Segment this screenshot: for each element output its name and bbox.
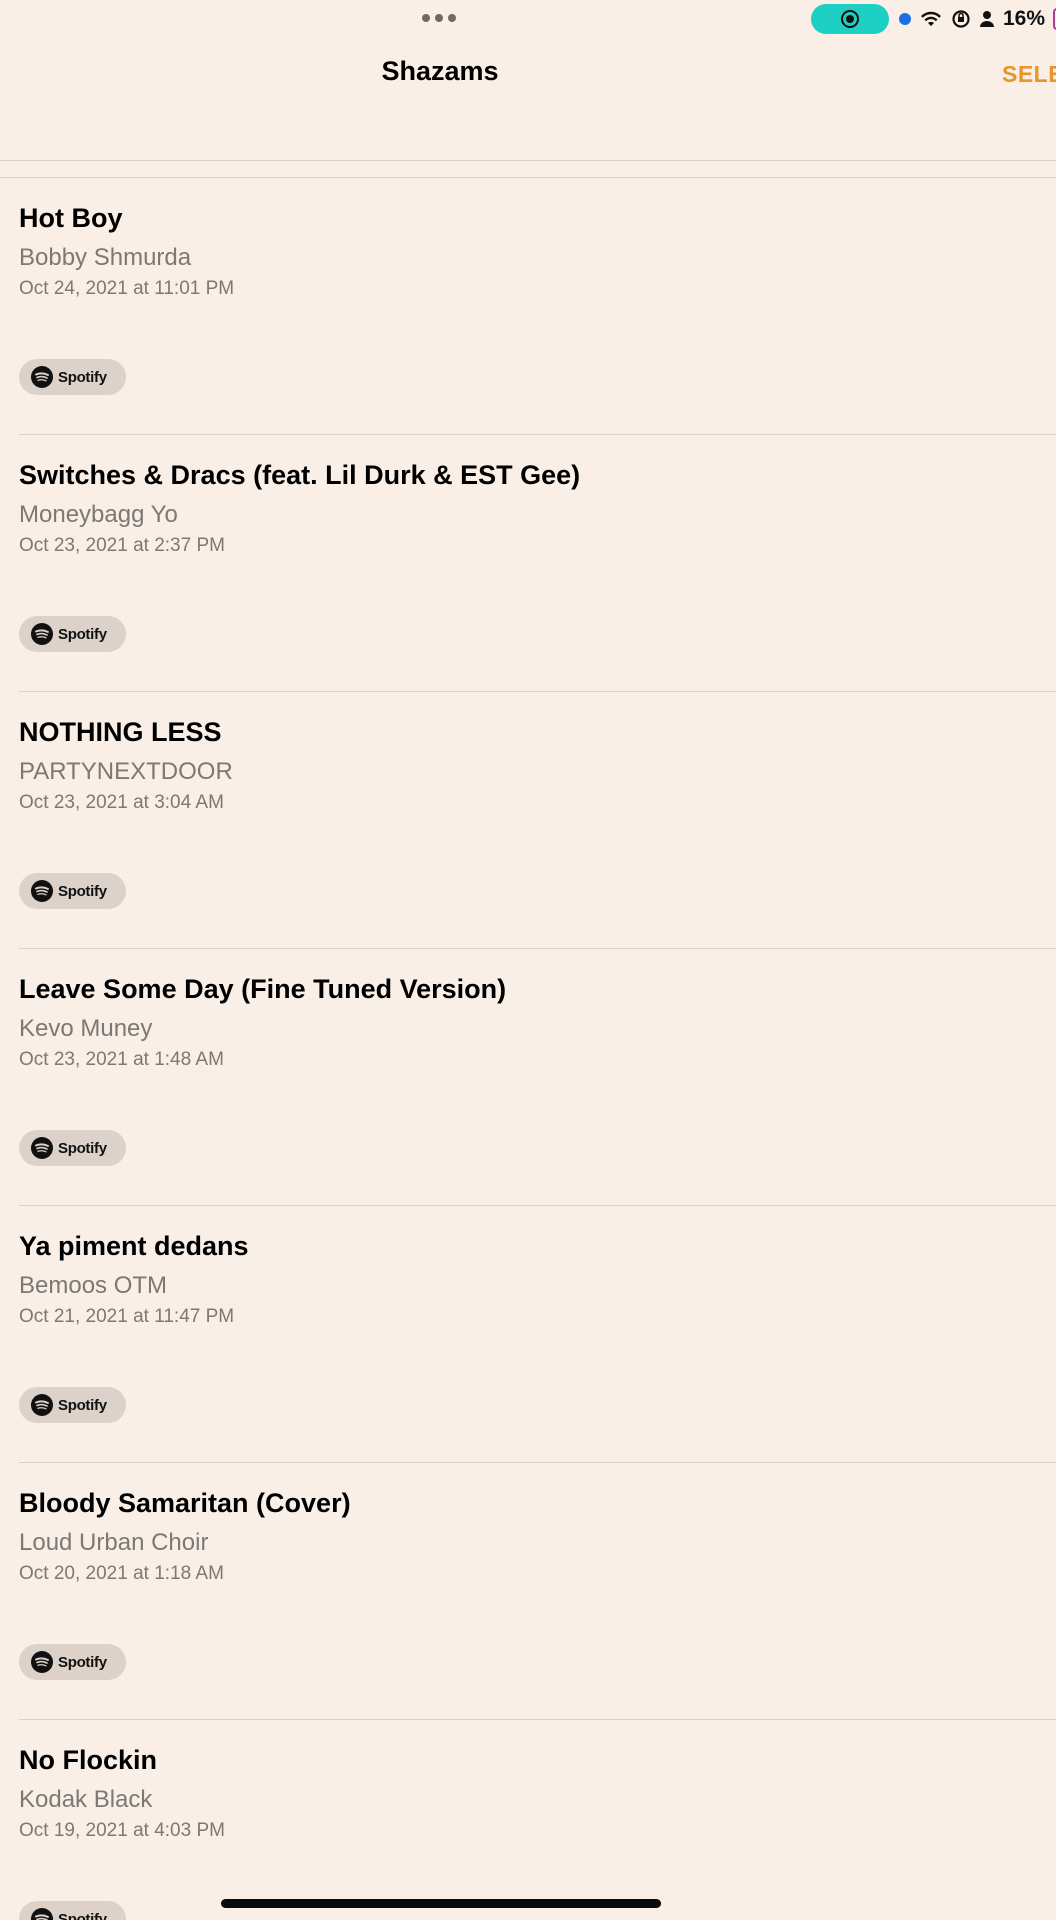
shazam-date: Oct 23, 2021 at 1:48 AM (19, 1049, 224, 1070)
list-item[interactable]: No Flockin Kodak Black Oct 19, 2021 at 4:0… (0, 1719, 1056, 1920)
song-artist: Moneybagg Yo (19, 501, 178, 528)
song-artist: Bobby Shmurda (19, 244, 192, 271)
orientation-lock-icon (952, 10, 970, 28)
list-item[interactable]: Bloody Samaritan (Cover) Loud Urban Choir… (0, 1462, 1056, 1719)
battery-percent: 16% (1003, 7, 1046, 30)
song-title: Hot Boy (19, 203, 123, 233)
spotify-icon (31, 1651, 53, 1673)
row-divider (19, 1719, 1056, 1720)
song-artist: Kodak Black (19, 1786, 153, 1813)
shazam-date: Oct 24, 2021 at 11:01 PM (19, 278, 235, 299)
open-in-spotify-button[interactable]: Spotify (19, 1644, 126, 1680)
status-bar: 16% (899, 6, 1056, 32)
page-title: Shazams (381, 56, 499, 86)
row-divider (19, 948, 1056, 949)
spotify-icon (31, 1394, 53, 1416)
wifi-icon (921, 11, 941, 26)
spotify-icon (31, 880, 53, 902)
spotify-label: Spotify (58, 1910, 107, 1920)
more-dots-icon[interactable] (422, 14, 456, 22)
spotify-icon (31, 1908, 53, 1920)
spotify-label: Spotify (58, 882, 107, 900)
list-item[interactable]: NOTHING LESS PARTYNEXTDOOR Oct 23, 2021 at… (0, 691, 1056, 948)
row-divider (19, 434, 1056, 435)
song-title: Bloody Samaritan (Cover) (19, 1488, 351, 1518)
spotify-icon (31, 623, 53, 645)
open-in-spotify-button[interactable]: Spotify (19, 1901, 126, 1920)
shazam-date: Oct 19, 2021 at 4:03 PM (19, 1820, 225, 1841)
select-button[interactable]: SELE (1002, 61, 1056, 88)
spotify-label: Spotify (58, 1653, 107, 1671)
person-icon (980, 11, 994, 27)
row-divider (19, 1205, 1056, 1206)
open-in-spotify-button[interactable]: Spotify (19, 1130, 126, 1166)
spotify-icon (31, 366, 53, 388)
row-divider (0, 177, 1056, 178)
song-artist: Bemoos OTM (19, 1272, 168, 1299)
open-in-spotify-button[interactable]: Spotify (19, 359, 126, 395)
shazam-date: Oct 20, 2021 at 1:18 AM (19, 1563, 224, 1584)
list-item[interactable]: Hot Boy Bobby Shmurda Oct 24, 2021 at 11:0… (0, 177, 1056, 434)
shazam-library-screen: 16% Shazams SELE Hot Boy Bobby Shmurda Oct… (0, 0, 1056, 1920)
spotify-label: Spotify (58, 625, 107, 643)
screen-record-icon[interactable] (811, 4, 889, 34)
song-title: Switches & Dracs (feat. Lil Durk & EST G… (19, 460, 581, 490)
row-divider (19, 691, 1056, 692)
shazam-date: Oct 21, 2021 at 11:47 PM (19, 1306, 235, 1327)
home-indicator[interactable] (221, 1899, 661, 1908)
shazam-date: Oct 23, 2021 at 2:37 PM (19, 535, 225, 556)
song-title: NOTHING LESS (19, 717, 222, 747)
nav-divider (0, 160, 1056, 161)
spotify-label: Spotify (58, 1396, 107, 1414)
song-title: No Flockin (19, 1745, 158, 1775)
song-artist: Kevo Muney (19, 1015, 153, 1042)
open-in-spotify-button[interactable]: Spotify (19, 873, 126, 909)
spotify-label: Spotify (58, 1139, 107, 1157)
list-item[interactable]: Switches & Dracs (feat. Lil Durk & EST G… (0, 434, 1056, 691)
list-item[interactable]: Ya piment dedans Bemoos OTM Oct 21, 2021 a… (0, 1205, 1056, 1462)
open-in-spotify-button[interactable]: Spotify (19, 616, 126, 652)
song-artist: PARTYNEXTDOOR (19, 758, 233, 785)
song-artist: Loud Urban Choir (19, 1529, 209, 1556)
row-divider (19, 1462, 1056, 1463)
location-dot-icon (899, 13, 911, 25)
shazam-date: Oct 23, 2021 at 3:04 AM (19, 792, 224, 813)
list-item[interactable]: Leave Some Day (Fine Tuned Version) Kevo … (0, 948, 1056, 1205)
spotify-label: Spotify (58, 368, 107, 386)
spotify-icon (31, 1137, 53, 1159)
song-title: Leave Some Day (Fine Tuned Version) (19, 974, 507, 1004)
open-in-spotify-button[interactable]: Spotify (19, 1387, 126, 1423)
song-title: Ya piment dedans (19, 1231, 249, 1261)
